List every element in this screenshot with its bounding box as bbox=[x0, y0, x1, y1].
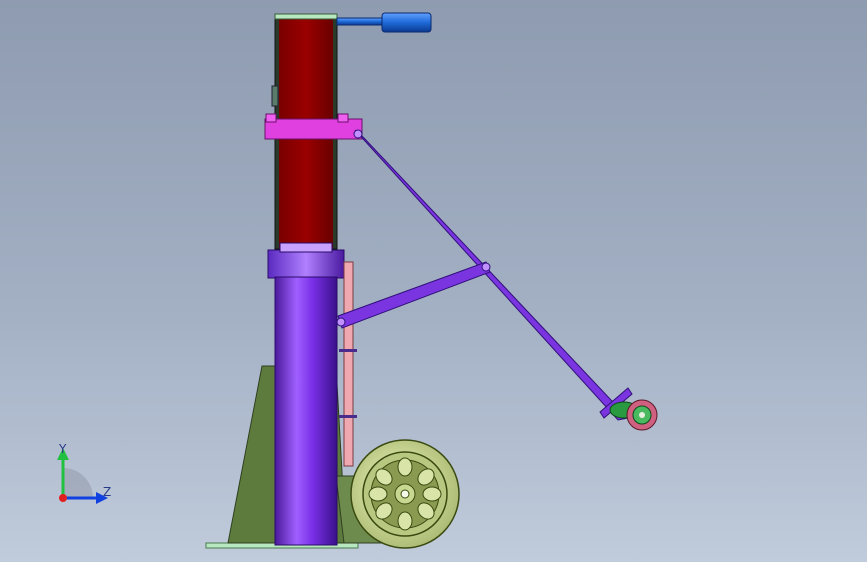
pump-rod[interactable] bbox=[343, 261, 354, 467]
caster-axle[interactable] bbox=[639, 412, 645, 418]
clamp-left-tab[interactable] bbox=[265, 113, 277, 123]
short-link-arm[interactable] bbox=[337, 261, 491, 329]
y-axis-label: Y bbox=[59, 442, 67, 456]
ram-side-bracket[interactable] bbox=[271, 85, 279, 107]
axis-triad-icon: Y Z bbox=[40, 438, 130, 513]
pivot-upper[interactable] bbox=[353, 129, 363, 139]
model-scene[interactable] bbox=[0, 0, 867, 562]
z-axis-label: Z bbox=[103, 485, 112, 499]
triad-quarter-disc bbox=[63, 468, 93, 498]
pivot-lower[interactable] bbox=[336, 317, 346, 327]
cad-viewport[interactable]: Y Z bbox=[0, 0, 867, 562]
pivot-middle[interactable] bbox=[481, 262, 491, 272]
x-axis-dot bbox=[59, 494, 67, 502]
column-collar[interactable] bbox=[267, 249, 345, 279]
left-gusset[interactable] bbox=[227, 365, 277, 544]
handle-rod[interactable] bbox=[336, 17, 384, 26]
clamp-right-tab[interactable] bbox=[337, 113, 349, 123]
pump-rod-band-2[interactable] bbox=[339, 415, 357, 418]
ram-top-cap[interactable] bbox=[274, 13, 338, 20]
main-wheel-axle[interactable] bbox=[400, 489, 410, 499]
long-link-arm[interactable] bbox=[354, 129, 629, 421]
collar-band[interactable] bbox=[279, 242, 333, 253]
main-column[interactable] bbox=[274, 276, 338, 546]
pump-rod-band-1[interactable] bbox=[339, 349, 357, 352]
handle-grip[interactable] bbox=[381, 12, 432, 33]
